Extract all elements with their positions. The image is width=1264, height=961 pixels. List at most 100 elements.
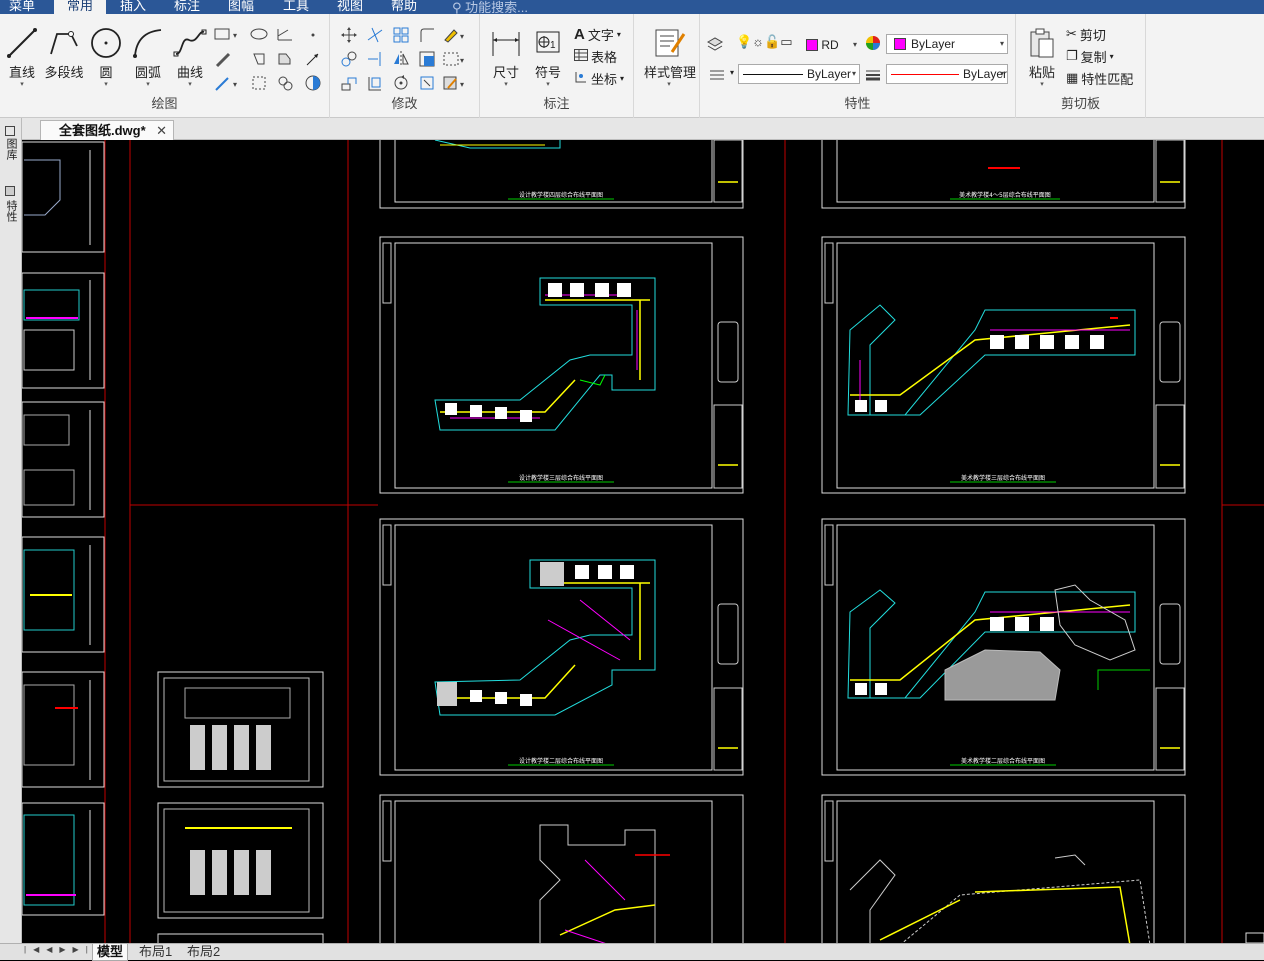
text-button[interactable]: A 文字 ▾ — [574, 24, 621, 44]
symbol-button[interactable]: 1 符号 ▾ — [528, 26, 568, 89]
layout-tab-bar: |◀◀▶▶| 模型 布局1 布局2 — [0, 943, 1264, 961]
modify-group: ▾ ▾ ▾ 修改 — [330, 14, 480, 118]
color-swatch — [894, 38, 906, 50]
table-label: 表格 — [591, 49, 618, 65]
dimension-button[interactable]: 尺寸 ▾ — [486, 26, 526, 89]
array-icon[interactable] — [392, 26, 410, 44]
side-tab-library[interactable]: 图库 — [3, 138, 19, 160]
style-group: 样式管理 ▾ — [634, 14, 700, 118]
layer-dropdown[interactable]: RD ▾ — [736, 36, 860, 56]
document-tab[interactable]: 全套图纸.dwg* ✕ — [40, 120, 174, 140]
color-value: ByLayer — [911, 37, 956, 51]
ellipse-icon[interactable] — [250, 26, 268, 44]
revcloud-icon[interactable] — [276, 50, 294, 68]
layout-nav-arrows[interactable]: |◀◀▶▶| — [24, 945, 95, 954]
edit-pline-icon[interactable]: ▾ — [442, 74, 464, 92]
curve-button[interactable]: 曲线 ▾ — [170, 26, 210, 89]
dimension-label: 尺寸 — [492, 65, 519, 80]
stretch-icon[interactable]: ▾ — [442, 50, 464, 68]
tab-model[interactable]: 模型 — [92, 944, 129, 961]
polyline-icon — [50, 31, 78, 55]
wipeout-icon[interactable] — [304, 74, 322, 92]
boundary-icon[interactable] — [250, 74, 268, 92]
trim-icon[interactable] — [366, 26, 384, 44]
circle-icon — [91, 28, 121, 58]
extend-icon[interactable] — [366, 50, 384, 68]
layer-name: RD — [821, 38, 839, 52]
donut-icon[interactable] — [276, 74, 294, 92]
cut-button[interactable]: ✂ 剪切 — [1066, 24, 1106, 44]
line-icon — [7, 28, 37, 58]
svg-text:▾: ▾ — [460, 80, 464, 89]
style-manager-label: 样式管理 — [644, 65, 697, 80]
middle-small-sheets — [157, 671, 324, 943]
tab-layout2[interactable]: 布局2 — [183, 944, 224, 961]
explode-icon[interactable] — [418, 74, 436, 92]
arc-button[interactable]: 圆弧 ▾ — [128, 26, 168, 89]
layer-manager-icon[interactable] — [706, 34, 724, 52]
menu-item-view[interactable]: 视图 — [337, 0, 363, 14]
ribbon: 直线 ▾ 多段线 圆 ▾ 圆弧 ▾ 曲线 ▾ ▾ ▾ 绘图 ▾ ▾ ▾ 修改 尺… — [0, 14, 1264, 118]
polyline-button[interactable]: 多段线 — [44, 26, 84, 81]
scale-icon[interactable] — [340, 74, 358, 92]
offset-icon[interactable] — [418, 50, 436, 68]
coordinate-button[interactable]: 坐标 ▾ — [574, 68, 624, 88]
color-wheel-icon[interactable] — [864, 34, 882, 52]
floor-plan-art-2f — [847, 584, 1150, 701]
model-space: 设计教学楼四层综合布线平面图 美术教学楼4～5层综合布线平面图 设计教学楼三层综… — [22, 140, 1264, 943]
color-dropdown[interactable]: ByLayer ▾ — [886, 34, 1008, 54]
linetype-dropdown[interactable]: ByLayer ▾ — [738, 64, 860, 84]
lineweight-icon[interactable] — [864, 66, 882, 84]
erase-icon[interactable]: ▾ — [442, 26, 464, 44]
lineweight-dropdown[interactable]: ByLayer ▾ — [886, 64, 1008, 84]
annotate-group-title: 标注 — [543, 96, 570, 111]
title-blocks — [382, 140, 1185, 862]
rectangle-icon[interactable]: ▾ — [214, 26, 237, 44]
sheet-title-1: 设计教学楼四层综合布线平面图 — [519, 191, 603, 199]
line-label: 直线 — [8, 65, 35, 80]
paste-button[interactable]: 粘贴 ▾ — [1022, 26, 1062, 89]
menu-item-annotate[interactable]: 标注 — [174, 0, 200, 14]
point-icon[interactable] — [304, 26, 322, 44]
menu-item-insert[interactable]: 插入 — [120, 0, 146, 14]
side-tab-properties[interactable]: 特性 — [3, 200, 19, 222]
sheet-title-3: 设计教学楼三层综合布线平面图 — [519, 474, 603, 482]
text-icon: A — [574, 25, 585, 43]
fillet-icon[interactable] — [418, 26, 436, 44]
scissors-icon: ✂ — [1066, 26, 1077, 41]
menu-item-tools[interactable]: 工具 — [283, 0, 309, 14]
hatch-icon[interactable] — [214, 50, 232, 68]
tab-layout1[interactable]: 布局1 — [135, 944, 176, 961]
close-icon[interactable]: ✕ — [156, 121, 167, 140]
mirror-icon[interactable] — [392, 50, 410, 68]
region-icon[interactable] — [250, 50, 268, 68]
rotate-icon[interactable] — [392, 74, 410, 92]
break-icon[interactable] — [366, 74, 384, 92]
menu-item-menu[interactable]: 菜单 — [9, 0, 35, 14]
menu-item-help[interactable]: 帮助 — [391, 0, 417, 14]
copy-button[interactable]: ❐ 复制 ▾ — [1066, 46, 1114, 66]
svg-text:▾: ▾ — [233, 80, 237, 89]
svg-text:▾: ▾ — [460, 56, 464, 65]
style-manager-button[interactable]: 样式管理 ▾ — [644, 26, 697, 89]
drawing-canvas[interactable]: 设计教学楼四层综合布线平面图 美术教学楼4～5层综合布线平面图 设计教学楼三层综… — [22, 140, 1264, 943]
properties-icon — [5, 186, 15, 196]
line-button[interactable]: 直线 ▾ — [2, 26, 42, 89]
dimension-icon — [492, 32, 520, 56]
copy-object-icon[interactable] — [340, 50, 358, 68]
sheet-frames — [379, 140, 1186, 943]
menu-item-home[interactable]: 常用 — [54, 0, 106, 14]
match-properties-label: 特性匹配 — [1081, 71, 1134, 87]
ray-icon[interactable] — [304, 50, 322, 68]
construction-line-icon[interactable] — [276, 26, 294, 44]
list-dropdown-arrow[interactable]: ▾ — [730, 68, 734, 77]
lineweight-list-icon[interactable] — [708, 66, 726, 84]
coordinate-label: 坐标 — [591, 71, 618, 87]
circle-button[interactable]: 圆 ▾ — [86, 26, 126, 89]
match-properties-button[interactable]: ▦ 特性匹配 — [1066, 68, 1133, 88]
move-icon[interactable] — [340, 26, 358, 44]
match-properties-icon: ▦ — [1066, 70, 1079, 85]
menu-item-frame[interactable]: 图幅 — [228, 0, 254, 14]
xline-icon[interactable]: ▾ — [214, 74, 237, 92]
table-button[interactable]: 表格 — [574, 46, 617, 66]
